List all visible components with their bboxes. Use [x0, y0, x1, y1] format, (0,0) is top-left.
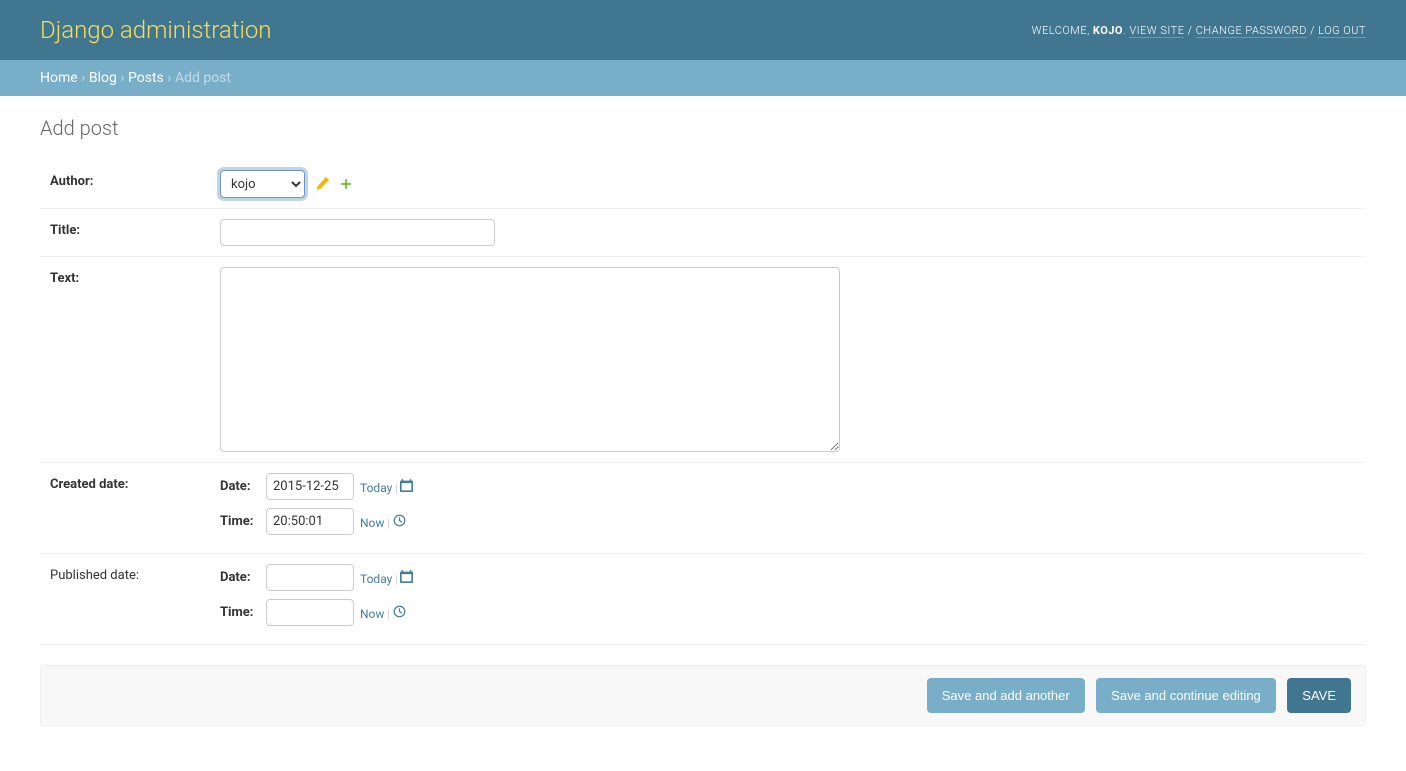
published-date-time-label: Time: [220, 605, 260, 620]
created-date-date-label: Date: [220, 479, 260, 494]
created-date-time-input[interactable] [266, 508, 354, 535]
save-add-another-button[interactable]: Save and add another [927, 678, 1085, 713]
change-related-link[interactable] [315, 177, 329, 191]
published-date-time-input[interactable] [266, 599, 354, 626]
field-row-published-date: Published date: Date: Today | [40, 554, 1366, 645]
site-title: Django administration [40, 16, 272, 44]
change-password-link[interactable]: CHANGE PASSWORD [1196, 24, 1307, 38]
calendar-icon [400, 479, 414, 493]
logout-link[interactable]: LOG OUT [1318, 24, 1366, 38]
title-label: Title: [50, 219, 210, 238]
post-form: Author: kojo [40, 160, 1366, 726]
save-continue-button[interactable]: Save and continue editing [1096, 678, 1276, 713]
created-date-today-link[interactable]: Today [360, 481, 392, 495]
breadcrumb-current: Add post [175, 70, 231, 86]
calendar-icon [400, 570, 414, 584]
published-date-date-input[interactable] [266, 564, 354, 591]
field-row-title: Title: [40, 209, 1366, 257]
page-title: Add post [40, 116, 1366, 140]
title-input[interactable] [220, 219, 495, 246]
published-date-label: Published date: [50, 564, 210, 583]
text-textarea[interactable] [220, 267, 840, 452]
view-site-link[interactable]: VIEW SITE [1129, 24, 1184, 38]
site-title-link[interactable]: Django administration [40, 16, 272, 44]
username: KOJO [1093, 24, 1123, 37]
published-date-today-link[interactable]: Today [360, 572, 392, 586]
clock-icon [393, 605, 407, 619]
created-date-label: Created date: [50, 473, 210, 492]
submit-row: Save and add another Save and continue e… [40, 665, 1366, 726]
breadcrumb-app[interactable]: Blog [89, 70, 117, 86]
author-select[interactable]: kojo [220, 170, 305, 198]
breadcrumb-home[interactable]: Home [40, 70, 78, 86]
published-date-now-link[interactable]: Now [360, 607, 384, 621]
created-date-calendar-link[interactable] [400, 481, 414, 495]
user-tools: WELCOME, KOJO. VIEW SITE / CHANGE PASSWO… [1032, 24, 1366, 37]
created-date-clock-link[interactable] [393, 516, 407, 530]
published-date-date-label: Date: [220, 570, 260, 585]
content: Add post Author: kojo [0, 96, 1406, 746]
text-label: Text: [50, 267, 210, 286]
clock-icon [393, 514, 407, 528]
header: Django administration WELCOME, KOJO. VIE… [0, 0, 1406, 60]
field-row-text: Text: [40, 257, 1366, 463]
created-date-time-label: Time: [220, 514, 260, 529]
breadcrumb-model[interactable]: Posts [128, 70, 164, 86]
pencil-icon [315, 177, 329, 191]
plus-icon [339, 177, 353, 191]
published-date-clock-link[interactable] [393, 607, 407, 621]
branding: Django administration [40, 16, 272, 44]
created-date-date-input[interactable] [266, 473, 354, 500]
created-date-now-link[interactable]: Now [360, 516, 384, 530]
save-button[interactable]: SAVE [1287, 678, 1351, 713]
breadcrumbs: Home › Blog › Posts › Add post [0, 60, 1406, 96]
add-related-link[interactable] [339, 177, 353, 191]
published-date-calendar-link[interactable] [400, 572, 414, 586]
author-label: Author: [50, 170, 210, 189]
field-row-author: Author: kojo [40, 160, 1366, 209]
field-row-created-date: Created date: Date: Today | [40, 463, 1366, 554]
welcome-text: WELCOME, [1032, 24, 1093, 37]
